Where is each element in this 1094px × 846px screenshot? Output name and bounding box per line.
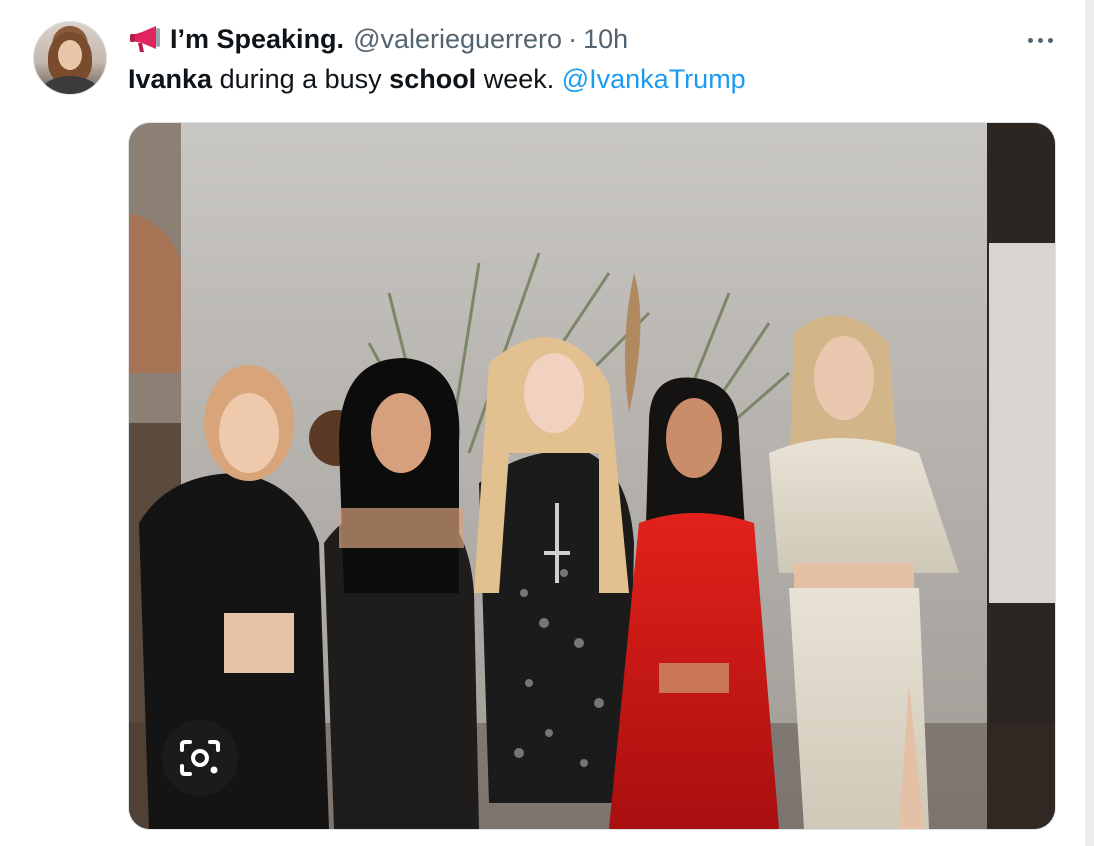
tweet-text: Ivanka during a busy school week. @Ivank… xyxy=(128,62,746,96)
display-name[interactable]: I’m Speaking. xyxy=(170,24,344,55)
text-segment: week. xyxy=(476,64,562,94)
more-options-button[interactable] xyxy=(1022,28,1058,52)
visual-search-button[interactable] xyxy=(162,720,238,796)
tweet-page: I’m Speaking. @valerieguerrero · 10h Iva… xyxy=(0,0,1094,846)
text-segment: during a busy xyxy=(212,64,390,94)
person-3 xyxy=(474,337,634,803)
avatar-face xyxy=(58,40,82,70)
visual-search-icon xyxy=(180,740,220,776)
page-gutter xyxy=(1085,0,1094,846)
ellipsis-icon xyxy=(1047,37,1053,43)
person-2 xyxy=(324,358,479,829)
group-photo-illustration xyxy=(129,123,1055,829)
tweet-photo[interactable] xyxy=(128,122,1056,830)
tweet-card[interactable]: I’m Speaking. @valerieguerrero · 10h Iva… xyxy=(0,0,1085,846)
text-bold-name: Ivanka xyxy=(128,64,213,94)
mention-link[interactable]: @IvankaTrump xyxy=(562,64,746,94)
text-bold-school: school xyxy=(389,64,477,94)
megaphone-icon xyxy=(130,26,160,52)
avatar-shoulders xyxy=(42,76,98,94)
separator-dot: · xyxy=(568,23,578,54)
timestamp[interactable]: 10h xyxy=(583,24,628,55)
ellipsis-icon xyxy=(1027,37,1033,43)
avatar[interactable] xyxy=(33,21,107,95)
tweet-header: I’m Speaking. @valerieguerrero · 10h xyxy=(128,22,628,56)
user-handle[interactable]: @valerieguerrero xyxy=(353,24,562,55)
ellipsis-icon xyxy=(1037,37,1043,43)
